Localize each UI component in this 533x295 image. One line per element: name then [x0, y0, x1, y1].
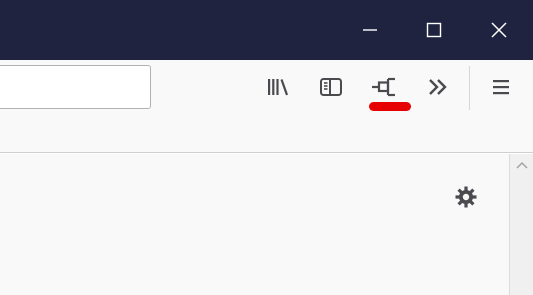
page-content	[0, 154, 533, 295]
minimize-icon	[363, 29, 377, 31]
highlight-underline	[369, 102, 411, 111]
gear-icon	[455, 186, 477, 208]
maximize-button[interactable]	[414, 10, 454, 50]
navigation-toolbar	[0, 60, 533, 114]
vertical-scrollbar[interactable]	[509, 154, 533, 295]
close-button[interactable]	[479, 10, 519, 50]
overflow-menu-button[interactable]	[422, 71, 454, 103]
pin-button[interactable]	[368, 71, 400, 103]
settings-button[interactable]	[452, 183, 480, 211]
library-button[interactable]	[262, 71, 294, 103]
minimize-button[interactable]	[350, 10, 390, 50]
overflow-chevrons-icon	[429, 79, 447, 95]
title-bar	[0, 0, 533, 60]
close-icon	[491, 22, 507, 38]
url-bar[interactable]	[0, 65, 151, 109]
bookmarks-toolbar	[0, 114, 533, 153]
chevron-up-icon	[516, 162, 528, 169]
scroll-up-button[interactable]	[514, 158, 530, 172]
pin-icon	[372, 77, 395, 97]
sidebar-toggle-button[interactable]	[315, 71, 347, 103]
toolbar-separator	[469, 66, 470, 110]
library-icon	[268, 79, 289, 96]
hamburger-menu-icon	[493, 80, 509, 95]
sidebar-icon	[320, 78, 342, 96]
app-menu-button[interactable]	[485, 71, 517, 103]
maximize-icon	[426, 22, 442, 38]
